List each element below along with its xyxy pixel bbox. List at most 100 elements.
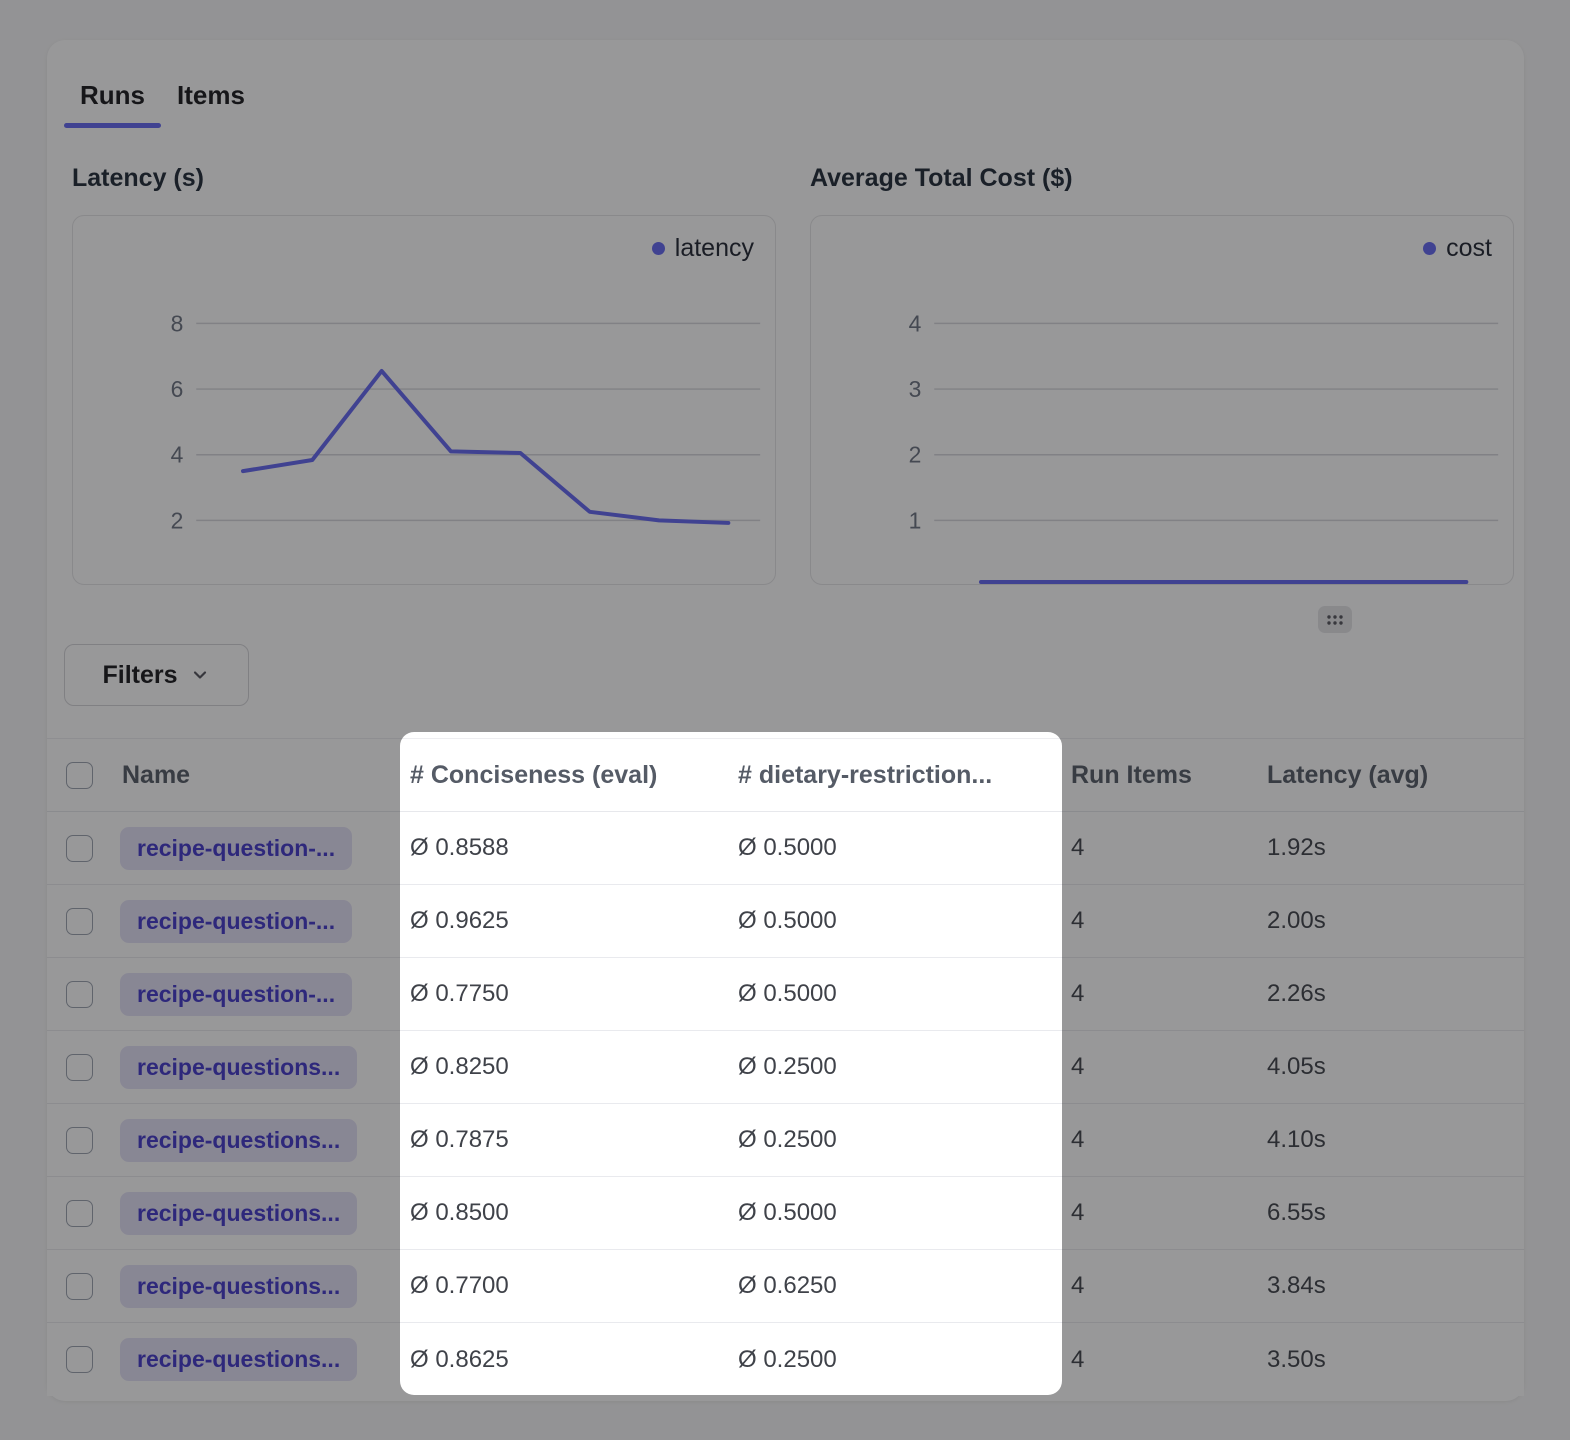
- conciseness-value: Ø 0.8625: [410, 1346, 738, 1374]
- run-name-cell: recipe-questions...: [103, 1338, 410, 1381]
- dietary-restriction-value: Ø 0.2500: [738, 1126, 1071, 1154]
- row-checkbox[interactable]: [66, 1346, 93, 1373]
- svg-text:1: 1: [909, 507, 922, 533]
- filters-button[interactable]: Filters: [64, 644, 249, 706]
- latency-avg-value: 6.55s: [1267, 1199, 1524, 1227]
- column-header-conciseness: # Conciseness (eval): [410, 761, 738, 790]
- select-all-checkbox[interactable]: [66, 762, 93, 789]
- run-name-badge[interactable]: recipe-questions...: [120, 1046, 357, 1089]
- run-name-badge[interactable]: recipe-questions...: [120, 1119, 357, 1162]
- run-name-badge[interactable]: recipe-questions...: [120, 1338, 357, 1381]
- page: Runs Items Latency (s) Average Total Cos…: [0, 0, 1570, 1440]
- latency-avg-value: 4.05s: [1267, 1053, 1524, 1081]
- svg-text:4: 4: [171, 442, 184, 468]
- latency-chart-panel: 8642 latency: [72, 215, 776, 585]
- run-items-value: 4: [1071, 1272, 1267, 1300]
- row-checkbox[interactable]: [66, 908, 93, 935]
- svg-text:3: 3: [909, 376, 922, 402]
- run-name-badge[interactable]: recipe-question-...: [120, 827, 352, 870]
- cost-chart-panel: 4 3 2 1 cost: [810, 215, 1514, 585]
- cost-legend: cost: [1423, 234, 1492, 263]
- dietary-restriction-value: Ø 0.5000: [738, 1199, 1071, 1227]
- svg-text:6: 6: [171, 376, 184, 402]
- run-name-cell: recipe-questions...: [103, 1046, 410, 1089]
- run-items-value: 4: [1071, 1346, 1267, 1374]
- run-items-value: 4: [1071, 1053, 1267, 1081]
- run-items-value: 4: [1071, 1126, 1267, 1154]
- svg-text:2: 2: [909, 442, 922, 468]
- runs-card: Runs Items Latency (s) Average Total Cos…: [47, 40, 1524, 1401]
- table-row: recipe-questions... Ø 0.8250 Ø 0.2500 4 …: [47, 1031, 1524, 1104]
- run-name-badge[interactable]: recipe-questions...: [120, 1192, 357, 1235]
- column-header-dietary-restriction: # dietary-restriction...: [738, 761, 1071, 790]
- dietary-restriction-value: Ø 0.5000: [738, 834, 1071, 862]
- run-name-cell: recipe-question-...: [103, 900, 410, 943]
- table-row: recipe-questions... Ø 0.8625 Ø 0.2500 4 …: [47, 1323, 1524, 1396]
- row-checkbox[interactable]: [66, 835, 93, 862]
- row-checkbox-cell: [47, 1250, 103, 1322]
- latency-avg-value: 2.26s: [1267, 980, 1524, 1008]
- row-checkbox[interactable]: [66, 981, 93, 1008]
- run-name-cell: recipe-question-...: [103, 973, 410, 1016]
- grid-dots-icon: [1325, 613, 1345, 627]
- filters-button-label: Filters: [102, 661, 177, 690]
- row-checkbox-cell: [47, 812, 103, 884]
- latency-chart-title: Latency (s): [72, 164, 204, 193]
- latency-legend: latency: [652, 234, 754, 263]
- row-checkbox[interactable]: [66, 1273, 93, 1300]
- runs-table: Name # Conciseness (eval) # dietary-rest…: [47, 738, 1524, 1396]
- cost-legend-dot-icon: [1423, 242, 1436, 255]
- run-name-cell: recipe-questions...: [103, 1265, 410, 1308]
- conciseness-value: Ø 0.7700: [410, 1272, 738, 1300]
- conciseness-value: Ø 0.7750: [410, 980, 738, 1008]
- tab-bar: Runs Items: [64, 68, 261, 128]
- svg-text:8: 8: [171, 310, 184, 336]
- row-checkbox-cell: [47, 1177, 103, 1249]
- run-name-badge[interactable]: recipe-question-...: [120, 900, 352, 943]
- run-name-cell: recipe-questions...: [103, 1192, 410, 1235]
- run-name-badge[interactable]: recipe-questions...: [120, 1265, 357, 1308]
- table-row: recipe-questions... Ø 0.7875 Ø 0.2500 4 …: [47, 1104, 1524, 1177]
- row-checkbox[interactable]: [66, 1054, 93, 1081]
- row-checkbox[interactable]: [66, 1127, 93, 1154]
- latency-avg-value: 2.00s: [1267, 907, 1524, 935]
- latency-avg-value: 4.10s: [1267, 1126, 1524, 1154]
- svg-text:4: 4: [909, 310, 922, 336]
- latency-avg-value: 1.92s: [1267, 834, 1524, 862]
- conciseness-value: Ø 0.7875: [410, 1126, 738, 1154]
- row-checkbox-cell: [47, 1031, 103, 1103]
- row-checkbox-cell: [47, 885, 103, 957]
- chevron-down-icon: [189, 664, 211, 686]
- row-checkbox-cell: [47, 1323, 103, 1396]
- run-items-value: 4: [1071, 834, 1267, 862]
- row-checkbox[interactable]: [66, 1200, 93, 1227]
- header-checkbox-cell: [47, 739, 103, 811]
- run-items-value: 4: [1071, 907, 1267, 935]
- drag-handle-icon[interactable]: [1318, 606, 1352, 633]
- run-name-badge[interactable]: recipe-question-...: [120, 973, 352, 1016]
- tab-runs[interactable]: Runs: [64, 68, 161, 128]
- conciseness-value: Ø 0.8250: [410, 1053, 738, 1081]
- latency-legend-dot-icon: [652, 242, 665, 255]
- row-checkbox-cell: [47, 1104, 103, 1176]
- run-name-cell: recipe-questions...: [103, 1119, 410, 1162]
- dietary-restriction-value: Ø 0.5000: [738, 980, 1071, 1008]
- conciseness-value: Ø 0.8500: [410, 1199, 738, 1227]
- run-items-value: 4: [1071, 1199, 1267, 1227]
- table-row: recipe-question-... Ø 0.7750 Ø 0.5000 4 …: [47, 958, 1524, 1031]
- cost-line-chart: 4 3 2 1: [811, 216, 1513, 584]
- run-items-value: 4: [1071, 980, 1267, 1008]
- dietary-restriction-value: Ø 0.2500: [738, 1053, 1071, 1081]
- tab-items[interactable]: Items: [161, 68, 261, 128]
- column-header-run-items: Run Items: [1071, 761, 1267, 790]
- tab-items-label: Items: [177, 80, 245, 110]
- latency-avg-value: 3.50s: [1267, 1346, 1524, 1374]
- column-header-name: Name: [103, 761, 410, 790]
- tab-runs-label: Runs: [80, 80, 145, 110]
- dietary-restriction-value: Ø 0.2500: [738, 1346, 1071, 1374]
- latency-avg-value: 3.84s: [1267, 1272, 1524, 1300]
- latency-legend-label: latency: [675, 234, 754, 263]
- conciseness-value: Ø 0.9625: [410, 907, 738, 935]
- column-header-latency-avg: Latency (avg): [1267, 761, 1524, 790]
- dietary-restriction-value: Ø 0.6250: [738, 1272, 1071, 1300]
